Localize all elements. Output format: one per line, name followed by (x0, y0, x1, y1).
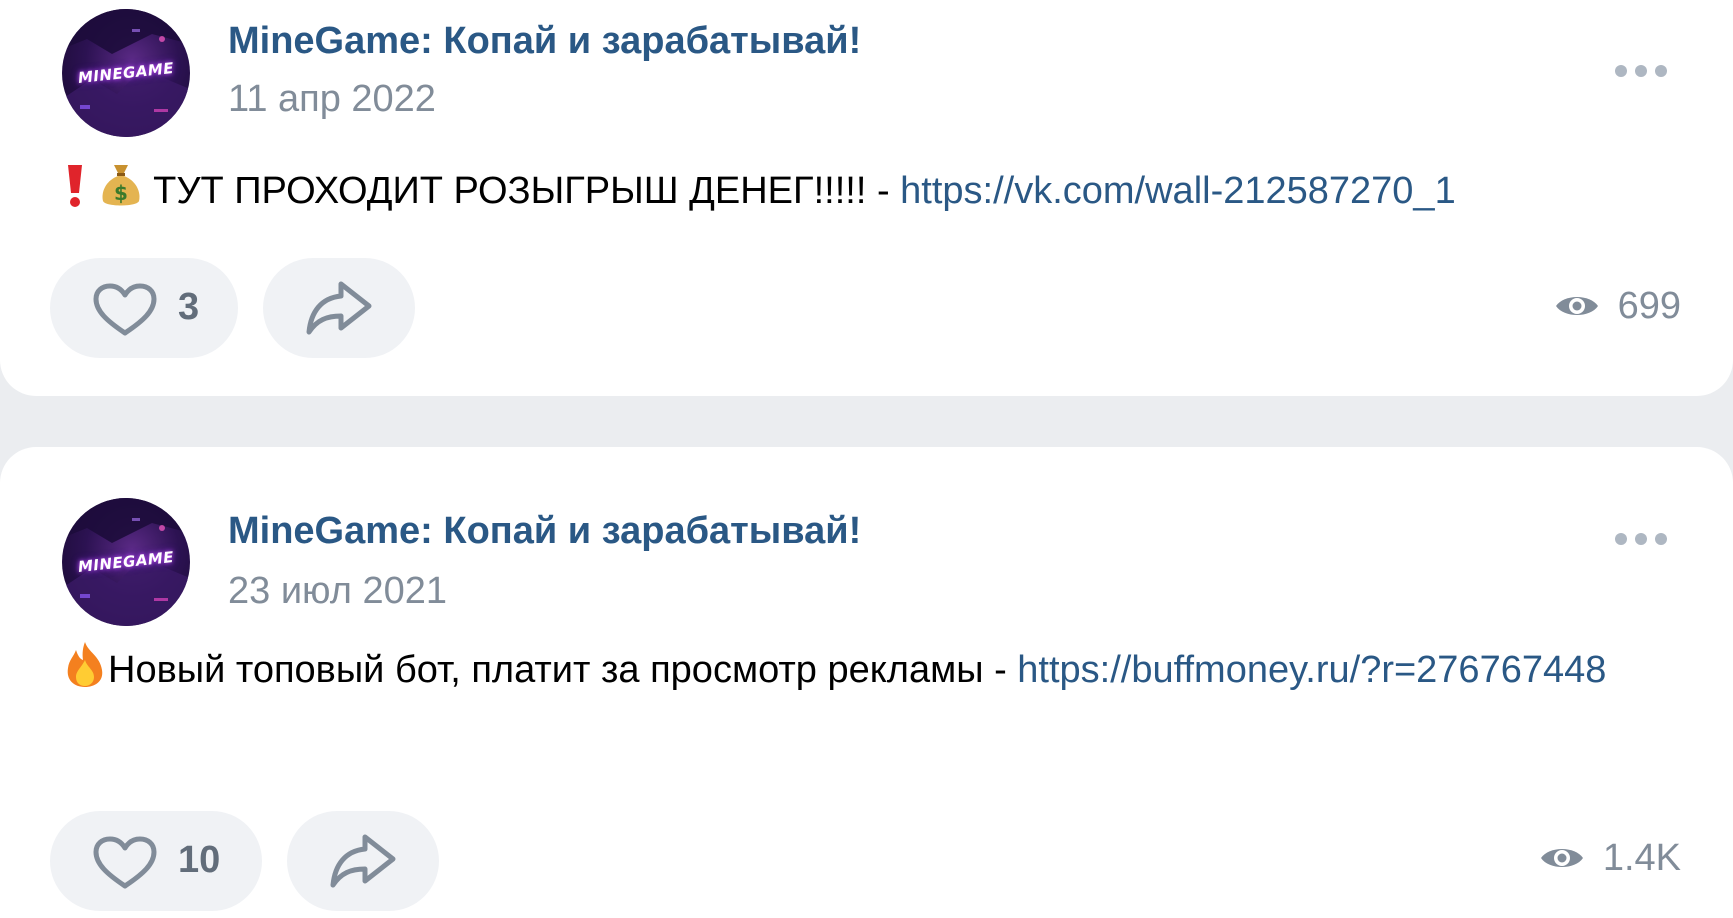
more-icon[interactable] (1613, 531, 1669, 547)
views-counter: 1.4K (1539, 833, 1681, 883)
post-date[interactable]: 11 апр 2022 (228, 78, 436, 121)
wall-post: MINEGAME MineGame: Копай и зарабатывай! … (0, 0, 1733, 396)
share-button[interactable] (263, 258, 415, 358)
heart-icon (93, 836, 157, 889)
wall-post: MINEGAME MineGame: Копай и зарабатывай! … (0, 447, 1733, 918)
post-message: Новый топовый бот, платит за просмотр ре… (108, 649, 1018, 691)
wall-feed: MINEGAME MineGame: Копай и зарабатывай! … (0, 0, 1733, 918)
avatar[interactable]: MINEGAME (62, 498, 190, 626)
post-date[interactable]: 23 июл 2021 (228, 570, 447, 613)
post-message: ТУТ ПРОХОДИТ РОЗЫГРЫШ ДЕНЕГ!!!!! - (153, 170, 901, 212)
heart-icon (93, 283, 157, 336)
views-counter: 699 (1554, 281, 1681, 331)
eye-icon (1555, 297, 1598, 315)
exclamation-icon (68, 165, 82, 207)
fire-icon (67, 642, 103, 687)
post-author[interactable]: MineGame: Копай и зарабатывай! (228, 510, 861, 553)
views-count: 699 (1617, 284, 1681, 327)
more-icon[interactable] (1613, 63, 1669, 79)
post-text: Новый топовый бот, платит за просмотр ре… (62, 640, 1613, 700)
post-author[interactable]: MineGame: Копай и зарабатывай! (228, 20, 861, 63)
avatar[interactable]: MINEGAME (62, 9, 190, 137)
share-icon (330, 834, 396, 888)
views-count: 1.4K (1602, 836, 1681, 879)
like-count: 3 (178, 286, 200, 328)
like-button[interactable]: 3 (50, 258, 238, 358)
post-text: $ ТУТ ПРОХОДИТ РОЗЫГРЫШ ДЕНЕГ!!!!! - htt… (62, 161, 1613, 221)
like-button[interactable]: 10 (50, 811, 262, 911)
post-link[interactable]: https://buffmoney.ru/?r=276767448 (1017, 649, 1606, 691)
share-icon (306, 281, 372, 335)
like-count: 10 (178, 839, 221, 881)
post-link[interactable]: https://vk.com/wall-212587270_1 (900, 170, 1456, 212)
svg-text:$: $ (114, 181, 128, 205)
money-bag-icon: $ (102, 165, 140, 206)
share-button[interactable] (287, 811, 439, 911)
eye-icon (1540, 849, 1583, 867)
